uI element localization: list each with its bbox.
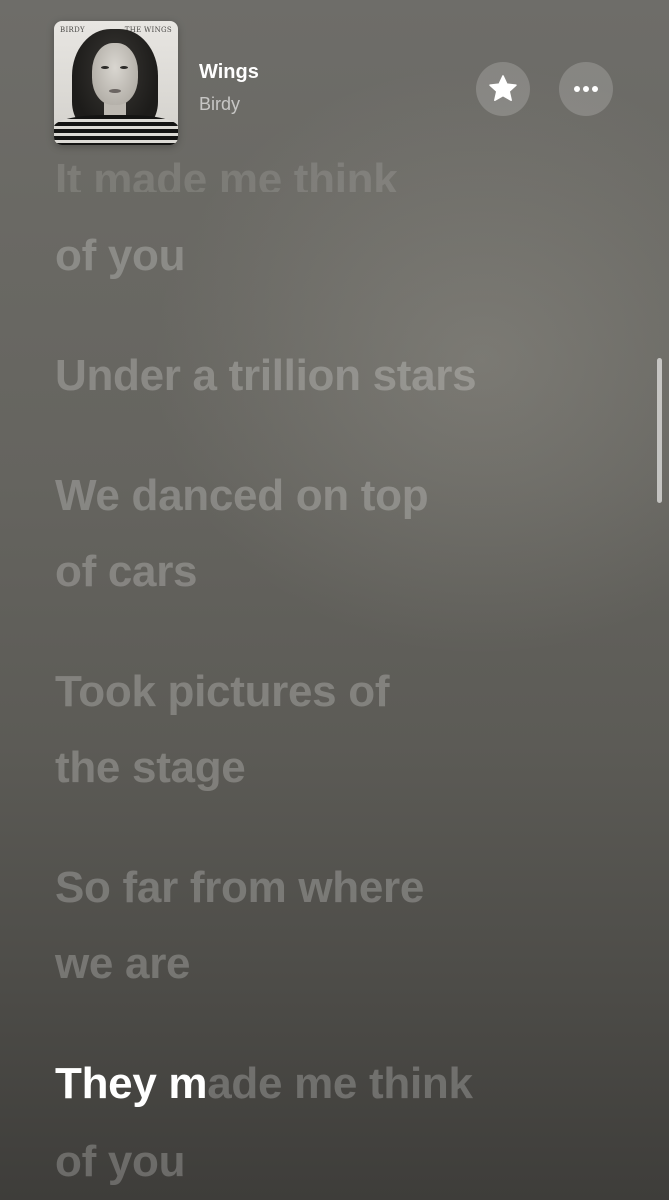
artwork-face	[92, 43, 138, 105]
scroll-indicator[interactable]	[657, 358, 662, 503]
star-icon	[487, 73, 519, 105]
artwork-label-left: BIRDY	[60, 26, 85, 34]
sung-portion: They m	[55, 1059, 208, 1108]
lyric-line[interactable]: We danced on top	[55, 474, 429, 518]
lyric-line[interactable]: Under a trillion stars	[55, 354, 477, 398]
upcoming-portion: ade me think	[207, 1059, 473, 1108]
song-title[interactable]: Wings	[199, 61, 259, 84]
artwork-striped-shirt	[54, 115, 178, 145]
ellipsis-icon	[572, 85, 600, 93]
album-artwork[interactable]: BIRDY THE WINGS	[54, 21, 178, 145]
favorite-button[interactable]	[476, 62, 530, 116]
more-options-button[interactable]	[559, 62, 613, 116]
current-lyric-line[interactable]: They made me think	[55, 1062, 473, 1106]
lyric-line[interactable]: Took pictures of	[55, 670, 389, 714]
lyric-line[interactable]: It made me think	[55, 158, 397, 192]
lyric-line[interactable]: of you	[55, 1140, 185, 1184]
now-playing-header: BIRDY THE WINGS Wings Birdy	[0, 0, 669, 160]
artwork-lips	[109, 89, 121, 93]
artwork-eye-left	[101, 66, 109, 69]
lyric-line[interactable]: of you	[55, 234, 185, 278]
artwork-eye-right	[120, 66, 128, 69]
lyric-line[interactable]: the stage	[55, 746, 246, 790]
lyric-line[interactable]: we are	[55, 942, 190, 986]
lyric-line[interactable]: of cars	[55, 550, 198, 594]
song-artist[interactable]: Birdy	[199, 94, 240, 115]
lyric-line[interactable]: So far from where	[55, 866, 424, 910]
